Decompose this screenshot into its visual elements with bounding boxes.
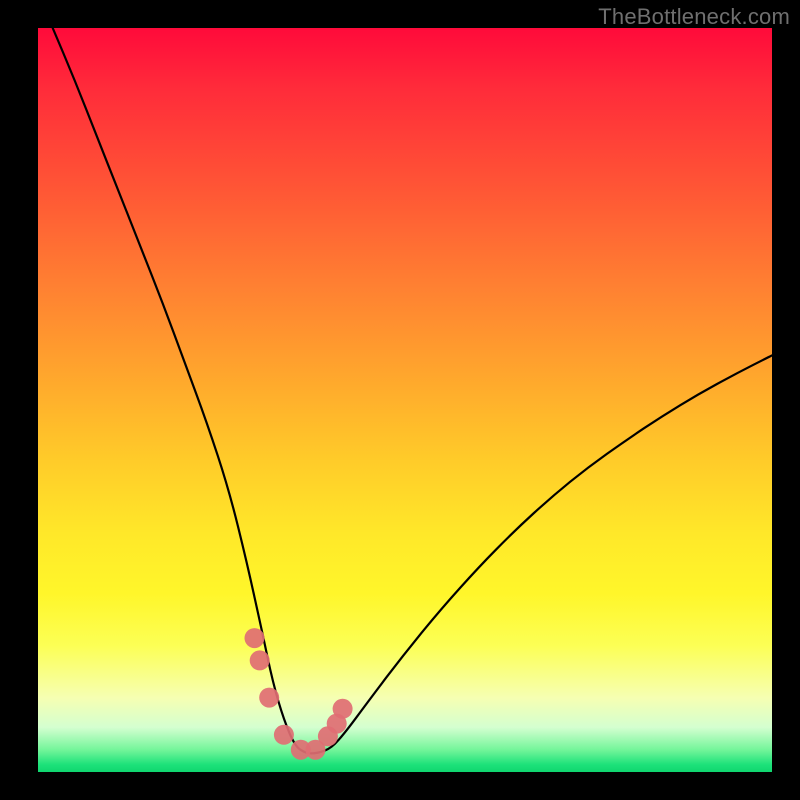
bottleneck-curve: [53, 28, 772, 753]
watermark-text: TheBottleneck.com: [598, 4, 790, 30]
highlight-point: [250, 650, 270, 670]
highlight-point: [274, 725, 294, 745]
chart-frame: TheBottleneck.com: [0, 0, 800, 800]
highlight-point: [245, 628, 265, 648]
highlight-point: [333, 699, 353, 719]
highlight-point: [259, 688, 279, 708]
curve-layer: [38, 28, 772, 772]
highlight-points: [245, 628, 353, 760]
plot-area: [38, 28, 772, 772]
